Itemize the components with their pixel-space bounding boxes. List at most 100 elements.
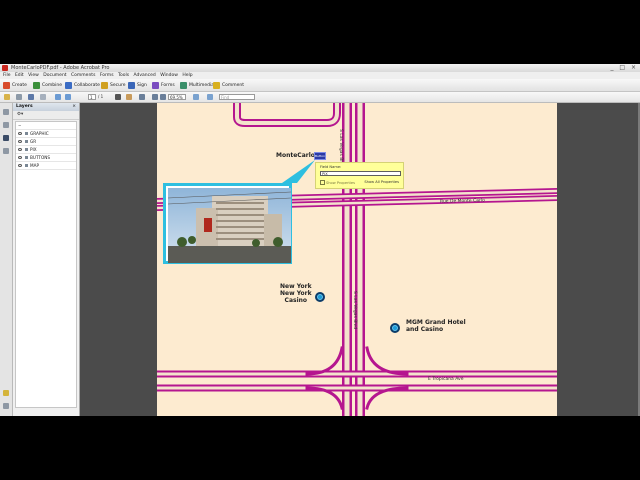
field-tooltip-popup: Field Name: PIX Show Properties Show All…: [315, 162, 404, 189]
task-collaborate-button[interactable]: Collaborate: [65, 82, 100, 89]
page-total: / 1: [98, 94, 104, 99]
layers-panel: Layers × ⚙▾ − GRAPHIC GR PIX BUTTONS MAP: [13, 103, 80, 416]
eye-icon[interactable]: [18, 132, 22, 135]
next-page-icon[interactable]: [65, 94, 71, 100]
layer-row[interactable]: GR: [16, 138, 76, 146]
layer-icon: [25, 132, 28, 135]
find-input[interactable]: Find: [219, 94, 255, 100]
layer-row[interactable]: BUTTONS: [16, 154, 76, 162]
show-all-properties-link[interactable]: Show All Properties: [364, 180, 399, 184]
field-name-label: Field Name:: [320, 165, 342, 169]
create-icon: [3, 82, 10, 89]
save-icon[interactable]: [28, 94, 34, 100]
acrobat-app-icon: [2, 65, 8, 71]
zoom-level-select[interactable]: 69.5%: [168, 94, 186, 100]
zoom-out-icon[interactable]: [152, 94, 158, 100]
layers-icon[interactable]: [3, 135, 9, 141]
task-comment-button[interactable]: Comment: [213, 82, 244, 89]
pen-icon: [128, 82, 135, 89]
menu-advanced[interactable]: Advanced: [134, 72, 156, 79]
label-monte-carlo: MonteCarlo: [276, 152, 315, 159]
task-secure-button[interactable]: Secure: [101, 82, 125, 89]
layer-row[interactable]: PIX: [16, 146, 76, 154]
layer-icon: [25, 164, 28, 167]
layer-row[interactable]: GRAPHIC: [16, 130, 76, 138]
fit-width-icon[interactable]: [207, 94, 213, 100]
layers-panel-title: Layers: [16, 104, 33, 109]
eye-icon[interactable]: [18, 140, 22, 143]
fit-page-icon[interactable]: [193, 94, 199, 100]
menu-help[interactable]: Help: [182, 72, 192, 79]
previous-page-icon[interactable]: [55, 94, 61, 100]
hand-tool-icon[interactable]: [126, 94, 132, 100]
eye-icon[interactable]: [18, 156, 22, 159]
layers-tree: − GRAPHIC GR PIX BUTTONS MAP: [15, 121, 77, 408]
eye-icon[interactable]: [18, 164, 22, 167]
menu-edit[interactable]: Edit: [15, 72, 24, 79]
combine-icon: [33, 82, 40, 89]
menu-window[interactable]: Window: [160, 72, 178, 79]
window-controls[interactable]: _ □ ×: [610, 64, 638, 72]
new-york-marker-button[interactable]: [315, 292, 325, 302]
close-icon[interactable]: ×: [72, 103, 76, 111]
document-pane: S Las Vegas Blvd S Las Vegas Blvd Rue De…: [80, 103, 640, 416]
print-icon[interactable]: [16, 94, 22, 100]
ramp-nw: [305, 346, 344, 376]
menu-document[interactable]: Document: [43, 72, 66, 79]
menu-comments[interactable]: Comments: [71, 72, 95, 79]
select-tool-icon[interactable]: [115, 94, 121, 100]
eye-icon[interactable]: [18, 148, 22, 151]
road-top-curve: [233, 103, 341, 127]
form-icon: [152, 82, 159, 89]
task-combine-button[interactable]: Combine: [33, 82, 62, 89]
layer-icon: [25, 148, 28, 151]
mgm-marker-button[interactable]: [390, 323, 400, 333]
layer-row-root[interactable]: −: [16, 122, 76, 130]
hotel-photo-image: [168, 188, 291, 263]
acrobat-window: MonteCarloPDF.pdf - Adobe Acrobat Pro _ …: [0, 64, 640, 416]
map-page: S Las Vegas Blvd S Las Vegas Blvd Rue De…: [157, 103, 557, 416]
street-label-las-vegas-mid: S Las Vegas Blvd: [352, 291, 357, 330]
field-name-input[interactable]: PIX: [320, 171, 401, 176]
collaborate-icon: [65, 82, 72, 89]
toggle-icon: −: [18, 123, 22, 128]
open-icon[interactable]: [4, 94, 10, 100]
task-sign-button[interactable]: Sign: [128, 82, 147, 89]
film-icon: [180, 82, 187, 89]
monte-carlo-photo: [163, 183, 292, 264]
email-icon[interactable]: [40, 94, 46, 100]
layers-panel-header: Layers ×: [13, 103, 79, 111]
zoom-in-icon[interactable]: [160, 94, 166, 100]
page-number-input[interactable]: 1: [88, 94, 96, 100]
tasks-toolbar: Create Combine Collaborate Secure Sign F…: [0, 79, 640, 92]
task-create-button[interactable]: Create: [3, 82, 27, 89]
menu-file[interactable]: File: [3, 72, 11, 79]
label-new-york: New York New York Casino: [280, 283, 312, 304]
standard-toolbar: 1 / 1 69.5% Find: [0, 92, 640, 103]
layers-options[interactable]: ⚙▾: [13, 111, 79, 120]
comment-icon: [213, 82, 220, 89]
window-title: MonteCarloPDF.pdf - Adobe Acrobat Pro: [11, 65, 110, 71]
monte-carlo-button-field[interactable]: Button1: [314, 152, 326, 160]
bookmarks-icon[interactable]: [3, 122, 9, 128]
label-mgm-grand: MGM Grand Hotel and Casino: [406, 319, 466, 333]
menu-view[interactable]: View: [28, 72, 39, 79]
ramp-ne: [365, 346, 409, 376]
checkbox-icon: [320, 180, 325, 185]
layer-icon: [25, 156, 28, 159]
layer-icon: [25, 140, 28, 143]
menu-tools[interactable]: Tools: [118, 72, 129, 79]
attachments-icon[interactable]: [3, 403, 9, 409]
layer-row[interactable]: MAP: [16, 162, 76, 170]
task-forms-button[interactable]: Forms: [152, 82, 175, 89]
comments-icon[interactable]: [3, 390, 9, 396]
signatures-icon[interactable]: [3, 148, 9, 154]
task-multimedia-button[interactable]: Multimedia: [180, 82, 214, 89]
show-properties-checkbox[interactable]: Show Properties: [320, 180, 355, 185]
navigation-pane-rail: [0, 103, 13, 416]
zoom-tool-icon[interactable]: [139, 94, 145, 100]
lock-icon: [101, 82, 108, 89]
options-icon: ⚙▾: [17, 112, 24, 117]
menu-forms[interactable]: Forms: [100, 72, 114, 79]
pages-icon[interactable]: [3, 109, 9, 115]
